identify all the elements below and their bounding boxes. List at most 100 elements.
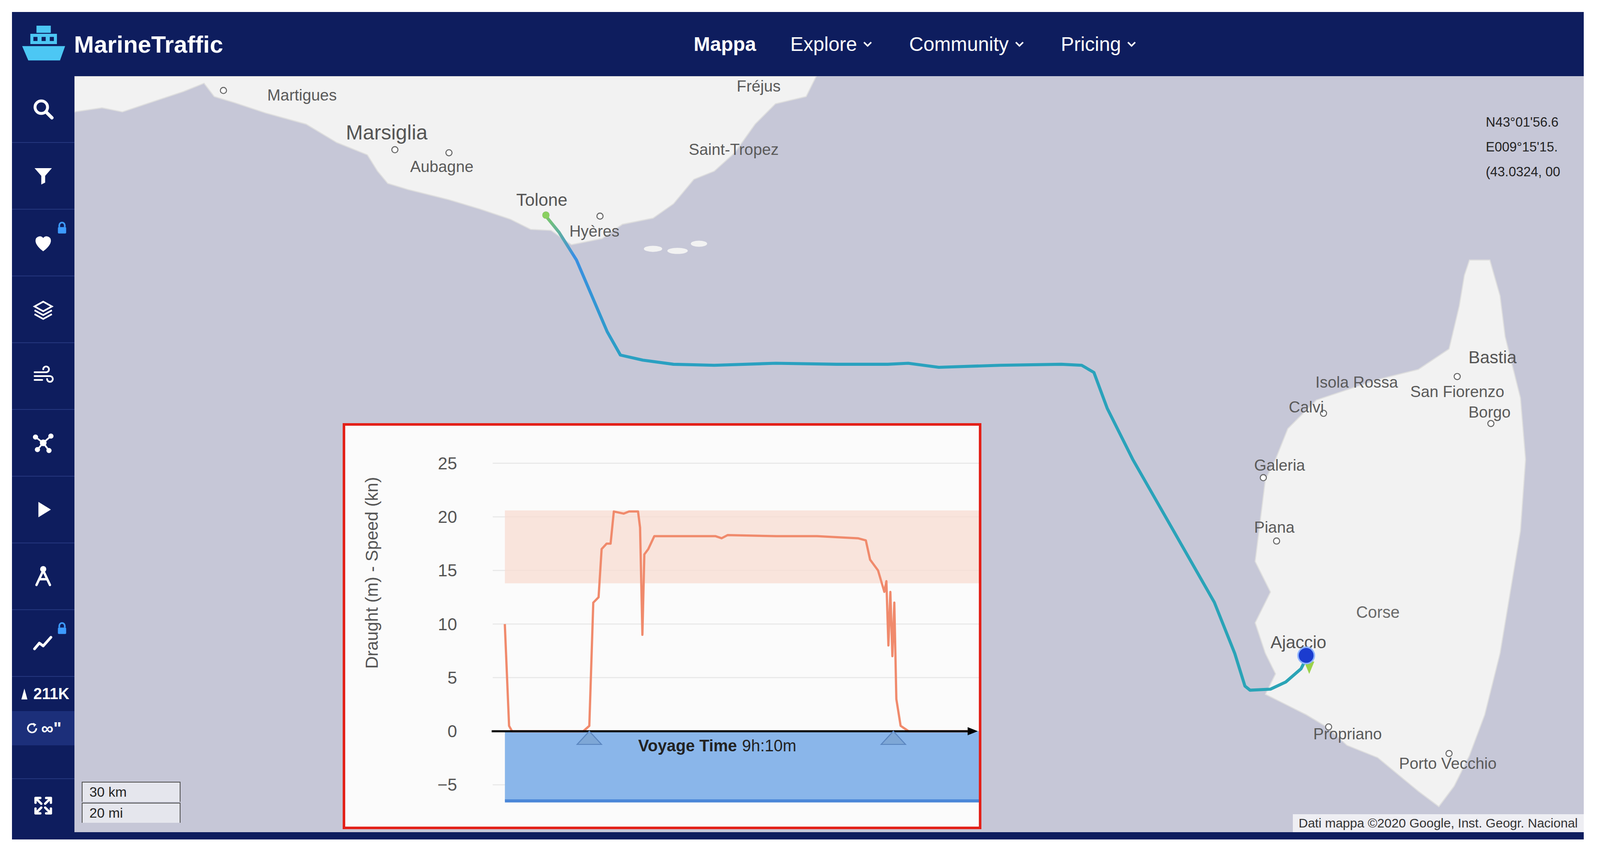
vessel-icon [17, 686, 32, 702]
draught-line [504, 799, 979, 803]
chevron-down-icon [1124, 36, 1139, 52]
draught-area [504, 731, 979, 801]
place-label: Corse [1356, 602, 1400, 622]
top-bar: MarineTraffic Mappa Explore Community Pricin… [11, 11, 1584, 77]
place-label: Hyères [569, 222, 620, 240]
map-attribution[interactable]: Dati mappa ©2020 Google, Inst. Geogr. Na… [1292, 814, 1585, 833]
refresh-icon [24, 720, 40, 736]
filter-icon [31, 164, 55, 188]
sidebar-item[interactable] [11, 409, 75, 477]
place-label: San Fiorenzo [1410, 382, 1505, 401]
x-axis-label: Voyage Time9h:10m [638, 736, 797, 755]
island [667, 247, 688, 254]
lock-icon [56, 221, 68, 235]
app-frame: MarineTraffic Mappa Explore Community Pricin… [11, 11, 1584, 840]
place-label: Calvi [1288, 398, 1325, 416]
chevron-down-icon [1012, 36, 1027, 52]
y-tick: 10 [438, 614, 458, 635]
y-tick: −5 [437, 775, 457, 795]
sidebar-item[interactable] [11, 543, 75, 611]
island [643, 245, 663, 252]
search-icon [31, 97, 55, 121]
chart-plot: 25 20 15 10 5 0 −5 Draught (m) - Speed (kn) Voya… [345, 425, 979, 827]
axis-arrow-icon [967, 727, 978, 736]
layers-icon [31, 297, 55, 321]
heart-icon [31, 231, 55, 255]
town-marker [220, 87, 227, 94]
nav-item[interactable]: Explore [790, 32, 875, 56]
town-marker [1260, 474, 1267, 481]
port-marker-icon[interactable] [577, 731, 602, 745]
nav-item[interactable]: Mappa [693, 32, 757, 56]
y-tick: 20 [438, 506, 458, 527]
sidebar-item[interactable] [11, 142, 75, 210]
y-tick: 5 [447, 667, 457, 688]
france-coast [74, 76, 817, 245]
nav-item[interactable]: Pricing [1060, 32, 1140, 56]
place-label: Marsiglia [346, 121, 428, 144]
sidebar-item[interactable] [11, 76, 75, 143]
refresh-rate[interactable]: ∞" [11, 711, 75, 746]
sidebar-item[interactable] [11, 610, 75, 677]
grid-line [492, 462, 979, 464]
ship-marker[interactable] [1297, 647, 1315, 664]
sidebar-item[interactable] [11, 343, 75, 410]
network-icon [31, 431, 55, 455]
place-label: Borgo [1468, 403, 1511, 421]
sidebar-item[interactable] [11, 276, 75, 344]
logo[interactable]: MarineTraffic [20, 23, 224, 65]
place-label: Tolone [516, 189, 568, 210]
fleet-count[interactable]: 211K [11, 676, 75, 712]
town-marker [1273, 537, 1280, 544]
line-chart-icon [31, 631, 55, 655]
scale-bar: 30 km [81, 781, 181, 802]
grid-line [492, 623, 979, 625]
place-label: Saint-Tropez [688, 140, 779, 159]
place-label: Aubagne [410, 157, 474, 176]
place-label: Propriano [1313, 725, 1382, 743]
island [690, 240, 708, 247]
compass-icon [31, 564, 55, 588]
corsica-island [1255, 260, 1526, 807]
departure-marker [542, 211, 550, 219]
x-axis [491, 730, 968, 733]
port-marker-icon[interactable] [881, 731, 906, 745]
place-label: Porto Vecchio [1398, 754, 1497, 773]
town-marker [1487, 420, 1494, 427]
map[interactable]: Martigues Marsiglia Aubagne Fréjus Saint-Tro… [74, 76, 1584, 833]
town-marker [445, 149, 452, 156]
town-marker [391, 146, 398, 153]
y-tick: 25 [438, 453, 458, 474]
map-scale: 30 km20 mi [81, 781, 181, 823]
sidebar-item[interactable] [11, 476, 75, 544]
place-label: Isola Rossa [1315, 373, 1399, 392]
sidebar: 211K∞" [11, 76, 75, 833]
sidebar-item[interactable] [11, 209, 75, 277]
place-label: Martigues [267, 86, 337, 104]
wind-icon [31, 364, 55, 388]
place-label: Fréjus [736, 77, 781, 95]
fullscreen-button[interactable] [11, 778, 75, 833]
voyage-chart: 25 20 15 10 5 0 −5 Draught (m) - Speed (kn) Voya… [342, 423, 982, 830]
nav-item[interactable]: Community [909, 32, 1027, 56]
play-icon [31, 497, 55, 522]
scale-bar: 20 mi [81, 802, 181, 823]
town-marker [596, 213, 603, 220]
lock-icon [56, 622, 68, 635]
place-label: Bastia [1468, 347, 1517, 368]
y-tick: 0 [447, 721, 457, 741]
fullscreen-icon [31, 794, 55, 818]
y-tick: 15 [438, 560, 458, 581]
cursor-coordinates: N43°01'56.6E009°15'15.(43.0324, 00 [1485, 109, 1561, 185]
place-label: Galeria [1254, 456, 1306, 475]
speed-band [504, 510, 979, 584]
y-axis-label: Draught (m) - Speed (kn) [361, 477, 382, 669]
speed-line[interactable] [504, 511, 975, 732]
chevron-down-icon [860, 36, 875, 52]
grid-line [492, 677, 979, 679]
place-label: Piana [1254, 518, 1295, 537]
main-nav: Mappa Explore Community Pricing [693, 32, 1140, 56]
place-label: Ajaccio [1270, 632, 1327, 652]
town-marker [1454, 373, 1461, 380]
ship-logo-icon [20, 23, 68, 65]
